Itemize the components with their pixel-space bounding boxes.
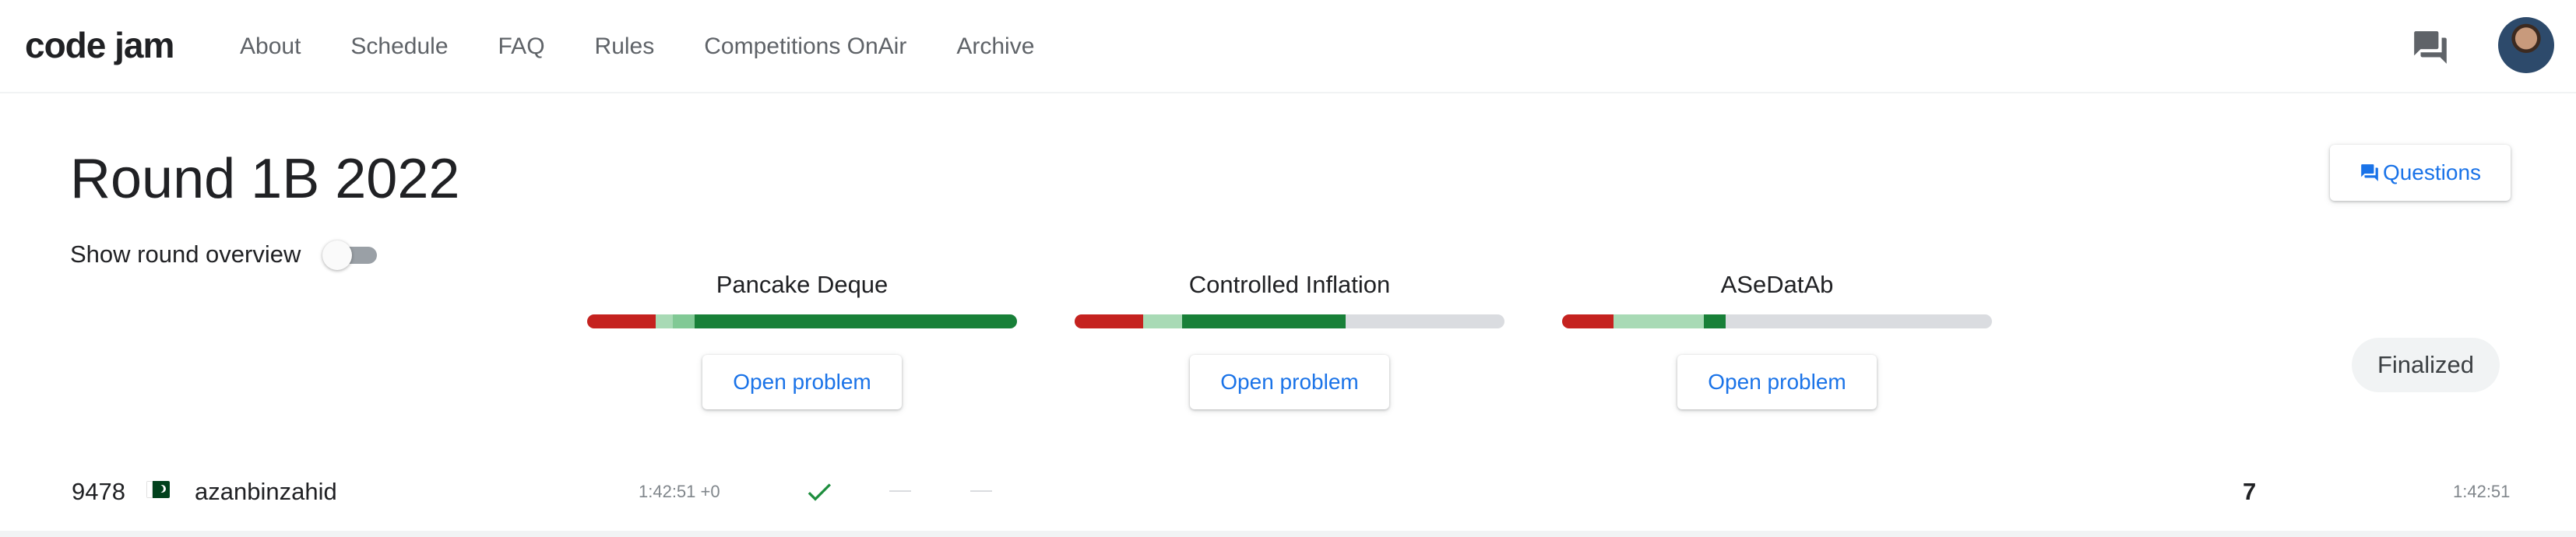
nav-link-about[interactable]: About <box>240 30 301 64</box>
open-problem-button[interactable]: Open problem <box>1190 355 1389 409</box>
problem-card: ASeDatAb Open problem <box>1562 268 1992 409</box>
avatar[interactable] <box>2498 17 2554 73</box>
dash-placeholder <box>970 490 992 492</box>
problem-name: Controlled Inflation <box>1188 271 1391 298</box>
questions-label: Questions <box>2382 160 2482 184</box>
open-problem-button[interactable]: Open problem <box>1677 355 1877 409</box>
problem-stats-bar <box>1075 314 1504 328</box>
stats-segment-light <box>656 314 674 328</box>
score: 7 <box>2243 478 2257 505</box>
open-problem-button[interactable]: Open problem <box>702 355 902 409</box>
problem-card: Controlled Inflation Open problem <box>1075 268 1504 409</box>
nav-link-schedule[interactable]: Schedule <box>350 30 448 64</box>
toggle-thumb <box>322 240 353 270</box>
nav-link-competitions-onair[interactable]: Competitions OnAir <box>704 30 906 64</box>
nav-link-faq[interactable]: FAQ <box>498 30 545 64</box>
nav-link-rules[interactable]: Rules <box>595 30 655 64</box>
stats-segment-red <box>1562 314 1614 328</box>
problem-stats-bar <box>587 314 1017 328</box>
stats-segment-mid <box>673 314 695 328</box>
round-overview-row: Show round overview <box>70 237 378 272</box>
questions-button[interactable]: Questions <box>2330 145 2511 201</box>
chat-icon[interactable] <box>2411 28 2450 67</box>
stats-segment-green <box>1181 314 1346 328</box>
check-icon <box>808 483 831 501</box>
overview-toggle[interactable] <box>322 239 378 270</box>
code-jam-logo[interactable]: code jam <box>25 23 174 67</box>
stats-segment-red <box>587 314 656 328</box>
flag-green-field <box>152 481 170 498</box>
page-title: Round 1B 2022 <box>70 148 460 210</box>
stats-segment-light <box>1614 314 1705 328</box>
problem-name: Pancake Deque <box>716 271 889 298</box>
overview-label: Show round overview <box>70 240 301 268</box>
problem-stats-bar <box>1562 314 1992 328</box>
question-answer-icon <box>2361 164 2378 181</box>
top-navigation: code jam About Schedule FAQ Rules Compet… <box>0 0 2576 93</box>
nav-link-archive[interactable]: Archive <box>956 30 1034 64</box>
flag-white-stripe <box>146 481 153 498</box>
rank: 9478 <box>72 478 125 505</box>
username[interactable]: azanbinzahid <box>195 475 337 509</box>
nav-links: About Schedule FAQ Rules Competitions On… <box>240 30 1084 64</box>
stats-segment-green <box>694 314 1017 328</box>
problem-name: ASeDatAb <box>1720 271 1834 298</box>
stats-segment-light <box>1143 314 1182 328</box>
status-badge: Finalized <box>2352 338 2500 392</box>
stats-segment-red <box>1075 314 1144 328</box>
dash-placeholder <box>889 490 911 492</box>
stats-segment-green <box>1704 314 1726 328</box>
problem-card: Pancake Deque Open problem <box>587 268 1017 409</box>
divider <box>0 531 2576 537</box>
table-row: 9478 azanbinzahid 1:42:51 +0 7 1:42:51 <box>0 467 2576 517</box>
problem-time: 1:42:51 +0 <box>639 482 720 501</box>
pakistan-flag-icon <box>146 481 170 498</box>
total-time: 1:42:51 <box>2453 482 2511 501</box>
